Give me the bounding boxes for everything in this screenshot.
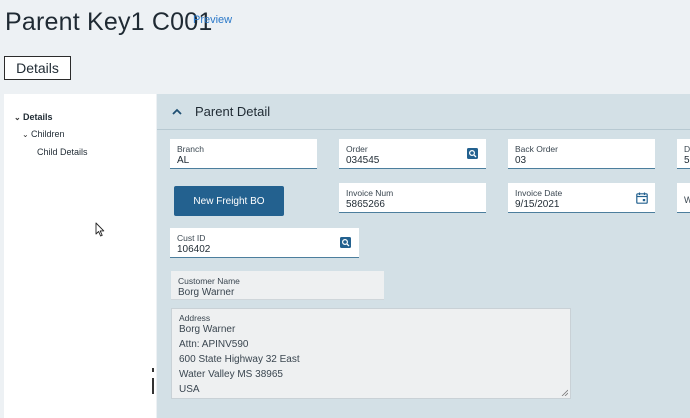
new-freight-bo-button[interactable]: New Freight BO — [174, 186, 284, 216]
address-label: Address — [179, 313, 211, 323]
lookup-icon[interactable] — [467, 148, 478, 159]
address-textarea[interactable]: Address Borg Warner Attn: APINV590 600 S… — [171, 308, 571, 399]
chevron-down-icon[interactable]: ⌄ — [14, 113, 23, 122]
address-line: 600 State Highway 32 East — [179, 354, 300, 365]
d-field-label: D — [684, 144, 690, 154]
page-title: Parent Key1 C001 — [5, 8, 213, 36]
invoice-date-field[interactable]: Invoice Date 9/15/2021 — [508, 183, 655, 213]
address-line: Attn: APINV590 — [179, 339, 249, 350]
pane-splitter[interactable] — [152, 368, 154, 394]
mouse-cursor-icon — [95, 222, 105, 237]
parent-detail-panel: Parent Detail Branch AL Order 034545 Bac… — [157, 94, 690, 418]
preview-link[interactable]: Preview — [193, 14, 232, 26]
back-order-field[interactable]: Back Order 03 — [508, 139, 655, 169]
customer-name-value: Borg Warner — [178, 287, 235, 298]
address-line: Water Valley MS 38965 — [179, 369, 283, 380]
tree-item-child-details[interactable]: Child Details — [37, 147, 88, 157]
panel-header[interactable]: Parent Detail — [157, 94, 690, 130]
splitter-mark — [152, 368, 154, 372]
w-field-label: W — [684, 195, 690, 205]
navigation-tree: ⌄ Details ⌄ Children Child Details — [4, 94, 156, 418]
back-order-label: Back Order — [515, 144, 558, 154]
cust-id-value: 106402 — [177, 244, 211, 255]
calendar-icon[interactable] — [636, 192, 648, 204]
resize-grip-icon[interactable] — [561, 389, 568, 396]
d-field[interactable]: D 5 — [677, 139, 690, 169]
w-field[interactable]: W — [677, 183, 690, 213]
order-label: Order — [346, 144, 368, 154]
tree-item-children[interactable]: ⌄ Children — [22, 129, 65, 139]
order-field[interactable]: Order 034545 — [339, 139, 486, 169]
invoice-num-field[interactable]: Invoice Num 5865266 — [339, 183, 486, 213]
branch-value: AL — [177, 155, 190, 166]
tree-item-details[interactable]: ⌄ Details — [14, 112, 53, 122]
branch-field[interactable]: Branch AL — [170, 139, 317, 169]
branch-label: Branch — [177, 144, 204, 154]
details-tab-button[interactable]: Details — [4, 56, 71, 80]
customer-name-label: Customer Name — [178, 276, 240, 286]
tree-item-label: Details — [23, 112, 53, 122]
address-line: USA — [179, 384, 200, 395]
invoice-num-value: 5865266 — [346, 199, 385, 210]
invoice-date-label: Invoice Date — [515, 188, 563, 198]
splitter-handle — [152, 378, 154, 394]
tree-item-label: Child Details — [37, 147, 88, 157]
order-value: 034545 — [346, 155, 380, 166]
address-line: Borg Warner — [179, 324, 236, 335]
customer-name-field: Customer Name Borg Warner — [171, 271, 384, 300]
tree-item-label: Children — [31, 129, 65, 139]
invoice-num-label: Invoice Num — [346, 188, 394, 198]
chevron-up-icon[interactable] — [171, 106, 183, 118]
lookup-icon[interactable] — [340, 237, 351, 248]
panel-title: Parent Detail — [195, 104, 271, 119]
d-field-value: 5 — [684, 155, 690, 166]
cust-id-field[interactable]: Cust ID 106402 — [170, 228, 359, 258]
cust-id-label: Cust ID — [177, 233, 206, 243]
back-order-value: 03 — [515, 155, 527, 166]
chevron-down-icon[interactable]: ⌄ — [22, 130, 31, 139]
invoice-date-value: 9/15/2021 — [515, 199, 560, 210]
